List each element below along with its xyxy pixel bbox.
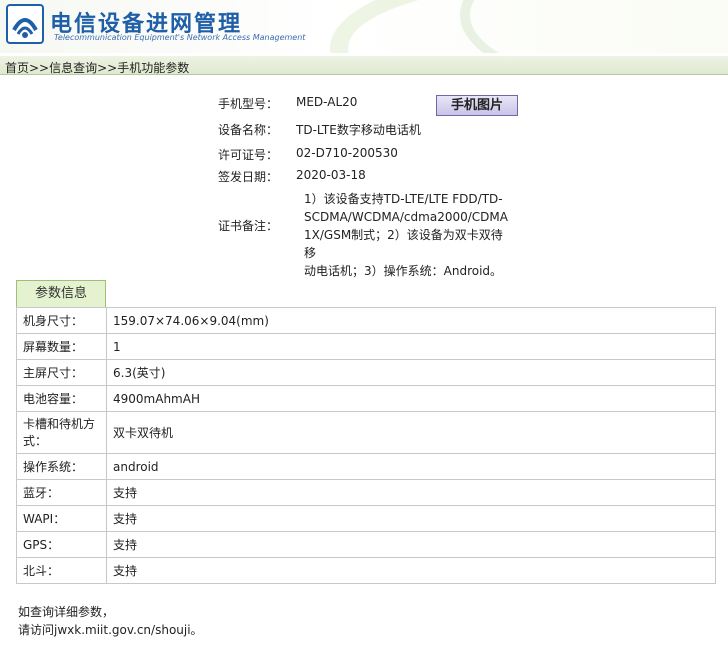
param-value: 支持 bbox=[106, 557, 716, 584]
table-row: WAPI： 支持 bbox=[16, 505, 716, 532]
license-label: 许可证号： bbox=[217, 148, 278, 162]
note-value: 1）该设备支持TD-LTE/LTE FDD/TD- SCDMA/WCDMA/cd… bbox=[304, 190, 514, 280]
params-tab[interactable]: 参数信息 bbox=[16, 280, 106, 307]
breadcrumb[interactable]: 首页>>信息查询>>手机功能参数 bbox=[5, 59, 189, 76]
table-row: 北斗： 支持 bbox=[16, 557, 716, 584]
note-line: 1）该设备支持TD-LTE/LTE FDD/TD- bbox=[304, 192, 503, 206]
param-key: WAPI： bbox=[16, 505, 107, 532]
device-name-label: 设备名称： bbox=[217, 123, 278, 137]
param-value: 4900mAhmAH bbox=[106, 385, 716, 412]
header-decoration-2 bbox=[460, 0, 728, 53]
note-label: 证书备注： bbox=[217, 219, 278, 233]
param-value: 支持 bbox=[106, 479, 716, 506]
table-row: 主屏尺寸： 6.3(英寸) bbox=[16, 359, 716, 386]
param-key: 蓝牙： bbox=[16, 479, 107, 506]
note-line: 1X/GSM制式；2）该设备为双卡双待移 bbox=[304, 228, 503, 260]
param-key-line: 式： bbox=[23, 433, 48, 448]
param-value: 支持 bbox=[106, 531, 716, 558]
table-row: 卡槽和待机方 式： 双卡双待机 bbox=[16, 411, 716, 454]
footer-line: 如查询详细参数， bbox=[18, 605, 115, 619]
param-key-line: 卡槽和待机方 bbox=[23, 416, 96, 431]
param-value: 支持 bbox=[106, 505, 716, 532]
device-name-value: TD-LTE数字移动电话机 bbox=[296, 123, 421, 137]
site-header: 电信设备进网管理 Telecommunication Equipment's N… bbox=[0, 0, 728, 53]
license-value: 02-D710-200530 bbox=[296, 146, 398, 160]
table-row: 蓝牙： 支持 bbox=[16, 479, 716, 506]
model-label: 手机型号： bbox=[217, 97, 278, 111]
param-value: 1 bbox=[106, 333, 716, 360]
table-row: 操作系统： android bbox=[16, 453, 716, 480]
param-key: 机身尺寸： bbox=[16, 307, 107, 334]
table-row: GPS： 支持 bbox=[16, 531, 716, 558]
param-key: 操作系统： bbox=[16, 453, 107, 480]
params-table: 机身尺寸： 159.07×74.06×9.04(mm) 屏幕数量： 1 主屏尺寸… bbox=[16, 307, 716, 584]
param-key: 卡槽和待机方 式： bbox=[16, 411, 107, 454]
issue-date-label: 签发日期： bbox=[217, 170, 278, 184]
param-value: 159.07×74.06×9.04(mm) bbox=[106, 307, 716, 334]
note-line: SCDMA/WCDMA/cdma2000/CDMA bbox=[304, 210, 508, 224]
param-key: 屏幕数量： bbox=[16, 333, 107, 360]
site-logo-icon bbox=[6, 4, 44, 44]
param-key: 北斗： bbox=[16, 557, 107, 584]
param-key: 电池容量： bbox=[16, 385, 107, 412]
table-row: 电池容量： 4900mAhmAH bbox=[16, 385, 716, 412]
issue-date-value: 2020-03-18 bbox=[296, 168, 366, 182]
phone-photo-button[interactable]: 手机图片 bbox=[436, 95, 518, 116]
site-subtitle: Telecommunication Equipment's Network Ac… bbox=[54, 33, 306, 42]
footer-link-line[interactable]: 请访问jwxk.miit.gov.cn/shouji。 bbox=[18, 621, 203, 639]
table-row: 机身尺寸： 159.07×74.06×9.04(mm) bbox=[16, 307, 716, 334]
footer-note: 如查询详细参数， 请访问jwxk.miit.gov.cn/shouji。 bbox=[18, 603, 203, 639]
param-value: 双卡双待机 bbox=[106, 411, 716, 454]
param-key: GPS： bbox=[16, 531, 107, 558]
param-value: 6.3(英寸) bbox=[106, 359, 716, 386]
table-row: 屏幕数量： 1 bbox=[16, 333, 716, 360]
param-key: 主屏尺寸： bbox=[16, 359, 107, 386]
model-value: MED-AL20 bbox=[296, 95, 358, 109]
note-line: 动电话机；3）操作系统：Android。 bbox=[304, 264, 503, 278]
param-value: android bbox=[106, 453, 716, 480]
